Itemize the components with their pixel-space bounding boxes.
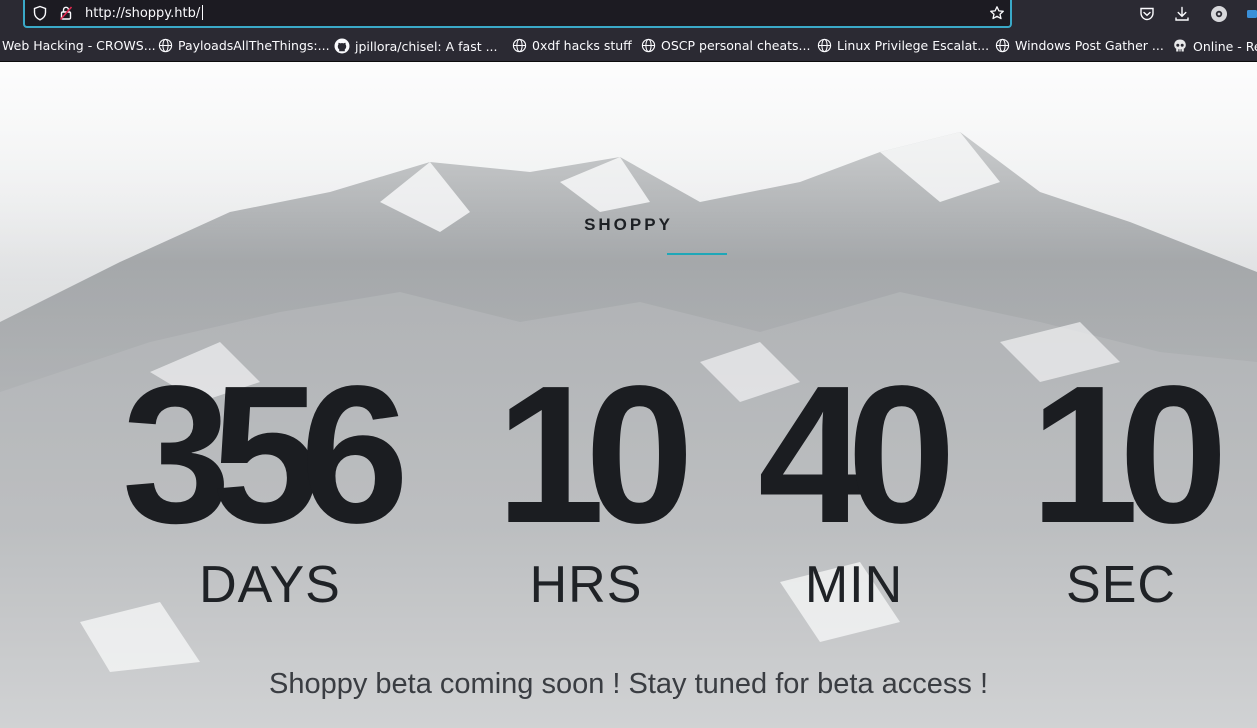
text-caret bbox=[202, 5, 204, 20]
bookmark-label: Windows Post Gather ... bbox=[1015, 38, 1164, 53]
bookmark-label: 0xdf hacks stuff bbox=[532, 38, 632, 53]
bookmark-star-icon[interactable] bbox=[989, 5, 1005, 21]
skull-icon bbox=[1174, 39, 1186, 52]
bookmark-label: Web Hacking - CROWS... bbox=[2, 38, 156, 53]
brand-accent-underline bbox=[667, 253, 727, 255]
globe-icon bbox=[817, 38, 832, 53]
site-brand-title: SHOPPY bbox=[584, 215, 673, 234]
downloads-icon[interactable] bbox=[1173, 5, 1191, 23]
bookmark-linux-privesc[interactable]: Linux Privilege Escalat... bbox=[817, 38, 989, 53]
url-text[interactable]: http://shoppy.htb/ bbox=[85, 5, 204, 21]
bookmark-oscp-cheatsheet[interactable]: OSCP personal cheats... bbox=[641, 38, 810, 53]
countdown-seconds-label: SEC bbox=[1066, 556, 1176, 614]
coming-soon-tagline: Shoppy beta coming soon ! Stay tuned for… bbox=[269, 668, 988, 700]
bookmark-label: OSCP personal cheats... bbox=[661, 38, 811, 53]
countdown-minutes-label: MIN bbox=[804, 556, 904, 614]
bookmark-label: PayloadsAllTheThings:... bbox=[178, 38, 330, 53]
bookmark-payloadsallthethings[interactable]: PayloadsAllTheThings:... bbox=[158, 38, 330, 53]
countdown-days-label: DAYS bbox=[199, 556, 341, 614]
url-bar[interactable]: http://shoppy.htb/ bbox=[23, 0, 1012, 28]
bookmark-0xdf[interactable]: 0xdf hacks stuff bbox=[512, 38, 632, 53]
insecure-lock-icon[interactable] bbox=[58, 5, 74, 21]
globe-icon bbox=[158, 38, 173, 53]
globe-icon bbox=[512, 38, 527, 53]
bookmark-online-revshell[interactable]: Online - Re bbox=[1172, 38, 1257, 54]
countdown-days-value: 356 bbox=[122, 345, 409, 564]
tracking-protection-shield-icon[interactable] bbox=[32, 5, 48, 21]
globe-icon bbox=[641, 38, 656, 53]
bookmark-label: Online - Re bbox=[1193, 38, 1257, 54]
browser-toolbar: http://shoppy.htb/ bbox=[0, 0, 1257, 31]
countdown-hours-label: HRS bbox=[529, 556, 643, 614]
bookmarks-toolbar: Web Hacking - CROWS... PayloadsAllTheThi… bbox=[0, 31, 1257, 62]
account-avatar-icon[interactable] bbox=[1210, 5, 1228, 23]
bookmark-crowsnest[interactable]: Web Hacking - CROWS... bbox=[2, 38, 156, 53]
bookmark-label: Linux Privilege Escalat... bbox=[837, 38, 990, 53]
bookmark-chisel[interactable]: jpillora/chisel: A fast ... bbox=[334, 38, 498, 54]
bookmark-label: jpillora/chisel: A fast ... bbox=[355, 38, 498, 54]
url-value: http://shoppy.htb/ bbox=[85, 6, 201, 21]
pocket-icon[interactable] bbox=[1138, 5, 1156, 23]
countdown-minutes-value: 40 bbox=[758, 345, 956, 564]
bookmark-windows-post-gather[interactable]: Windows Post Gather ... bbox=[995, 38, 1164, 53]
countdown-hours-value: 10 bbox=[496, 345, 694, 564]
globe-icon bbox=[995, 38, 1010, 53]
extension-icon[interactable] bbox=[1246, 5, 1257, 23]
github-icon bbox=[334, 38, 350, 54]
page-content: SHOPPY 356 DAYS 10 HRS 40 MIN 10 SEC Sho… bbox=[0, 62, 1257, 728]
countdown-seconds-value: 10 bbox=[1030, 345, 1228, 564]
